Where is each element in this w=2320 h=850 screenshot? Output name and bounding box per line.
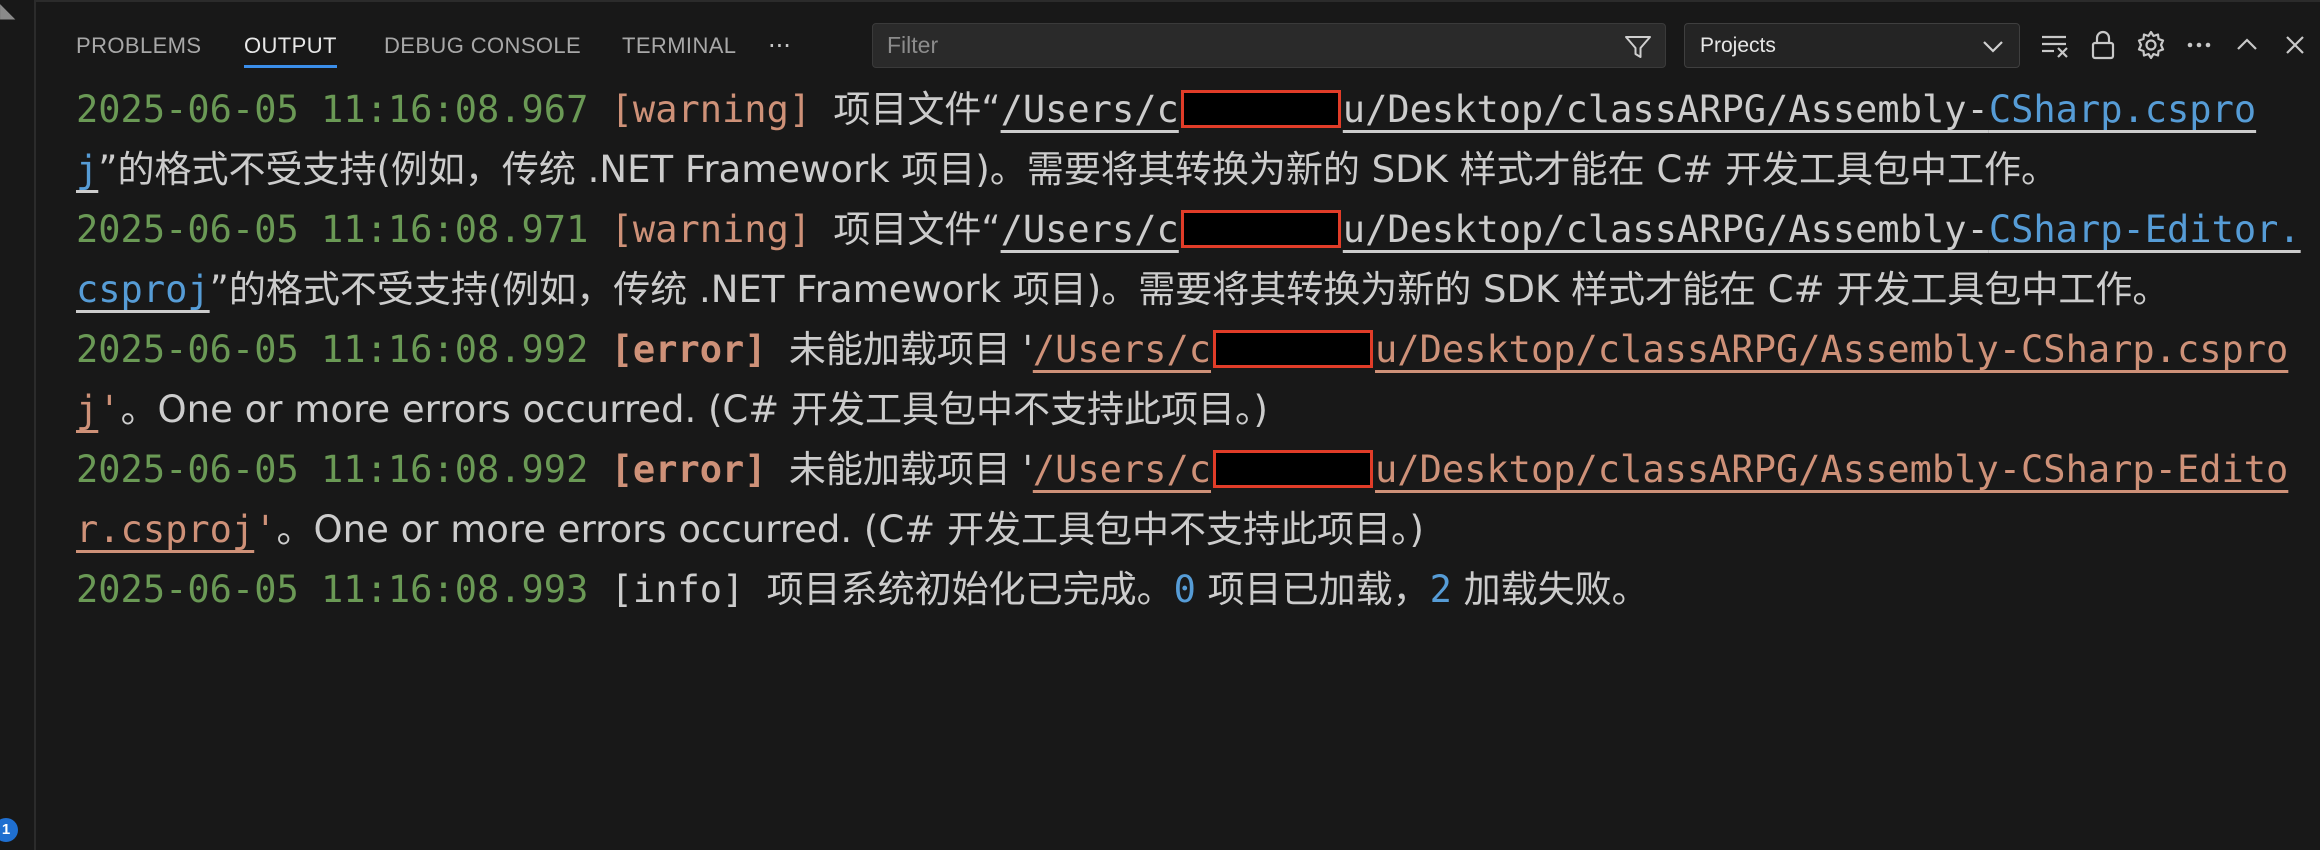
- activity-bar-edge: ◣ 1: [0, 0, 36, 850]
- tab-terminal[interactable]: TERMINAL: [622, 30, 736, 70]
- log-line-warning: 2025-06-05 11:16:08.971 [warning] 项目文件“/…: [76, 200, 2306, 320]
- log-text: 未能加载项目 ': [788, 448, 1033, 491]
- more-actions-icon[interactable]: [2180, 26, 2218, 64]
- log-text: 项目已加载，: [1195, 568, 1430, 611]
- log-text: 。One or more errors occurred. (C# 开发工具包中…: [120, 388, 1268, 431]
- filter-icon[interactable]: [1623, 33, 1653, 61]
- log-text: ”的格式不受支持(例如，传统 .NET Framework 项目)。需要将其转换…: [209, 268, 2170, 311]
- log-level: [info]: [610, 568, 745, 611]
- log-line-info: 2025-06-05 11:16:08.993 [info] 项目系统初始化已完…: [76, 560, 2306, 620]
- log-line-error: 2025-06-05 11:16:08.992 [error] 未能加载项目 '…: [76, 448, 2289, 551]
- tab-debug-console[interactable]: DEBUG CONSOLE: [384, 30, 581, 70]
- filter-input[interactable]: Filter: [872, 23, 1666, 68]
- maximize-panel-icon[interactable]: [2228, 26, 2266, 64]
- filter-placeholder: Filter: [887, 32, 939, 58]
- redaction-box: [1180, 90, 1341, 128]
- log-text: 。One or more errors occurred. (C# 开发工具包中…: [276, 508, 1424, 551]
- log-text: 项目系统初始化已完成。: [766, 568, 1174, 611]
- corner-glyph: ◣: [0, 0, 16, 22]
- loaded-count: 0: [1173, 568, 1196, 611]
- log-text: 项目文件“: [833, 88, 1001, 131]
- log-text: 未能加载项目 ': [788, 328, 1033, 371]
- failed-count: 2: [1429, 568, 1452, 611]
- redaction-box: [1180, 210, 1341, 248]
- notification-badge[interactable]: 1: [0, 818, 18, 842]
- redaction-box: [1213, 330, 1374, 368]
- output-channel-select[interactable]: Projects: [1684, 23, 2020, 68]
- panel-header: PROBLEMS OUTPUT DEBUG CONSOLE TERMINAL ·…: [36, 2, 2320, 90]
- log-text: 项目文件“: [833, 208, 1001, 251]
- log-level: [error]: [610, 328, 767, 371]
- log-level: [warning]: [610, 208, 812, 251]
- log-line-error: 2025-06-05 11:16:08.992 [error] 未能加载项目 '…: [76, 328, 2289, 431]
- lock-icon[interactable]: [2084, 26, 2122, 64]
- clear-output-icon[interactable]: [2036, 26, 2074, 64]
- redaction-box: [1213, 450, 1374, 488]
- chevron-down-icon: [1981, 36, 2005, 56]
- tab-output[interactable]: OUTPUT: [244, 30, 337, 70]
- log-text: 加载失败。: [1451, 568, 1649, 611]
- log-level: [error]: [610, 448, 767, 491]
- log-line-warning: 2025-06-05 11:16:08.967 [warning] 项目文件“/…: [76, 80, 2306, 200]
- log-timestamp: 2025-06-05 11:16:08.971: [76, 208, 589, 251]
- output-channel-value: Projects: [1700, 34, 1776, 57]
- output-log[interactable]: 2025-06-05 11:16:08.967 [warning] 项目文件“/…: [76, 80, 2306, 620]
- log-timestamp: 2025-06-05 11:16:08.967: [76, 88, 589, 131]
- log-timestamp: 2025-06-05 11:16:08.992: [76, 328, 589, 371]
- output-panel: PROBLEMS OUTPUT DEBUG CONSOLE TERMINAL ·…: [36, 0, 2320, 850]
- tab-problems[interactable]: PROBLEMS: [76, 30, 201, 70]
- log-timestamp: 2025-06-05 11:16:08.993: [76, 568, 589, 611]
- gear-icon[interactable]: [2132, 26, 2170, 64]
- log-timestamp: 2025-06-05 11:16:08.992: [76, 448, 589, 491]
- log-level: [warning]: [610, 88, 812, 131]
- log-text: ”的格式不受支持(例如，传统 .NET Framework 项目)。需要将其转换…: [98, 148, 2058, 191]
- more-tabs-button[interactable]: ···: [768, 30, 791, 62]
- close-panel-icon[interactable]: [2276, 26, 2314, 64]
